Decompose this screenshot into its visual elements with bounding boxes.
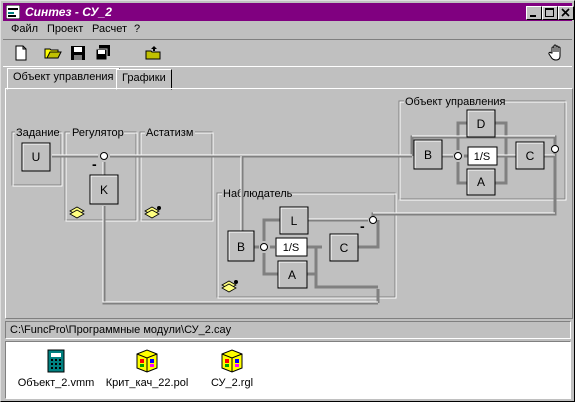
rgl-file-icon [221, 349, 243, 373]
astatism-sheet-icon[interactable] [144, 206, 161, 219]
observer-minus-sign: - [360, 218, 365, 234]
plant-block-integrator-label: 1/S [474, 151, 491, 163]
diagram-panel: Задание Регулятор Астатизм Наблюдатель О… [5, 88, 573, 319]
observer-block-c-label: C [340, 241, 349, 255]
file-name: Крит_кач_22.pol [105, 377, 189, 389]
path-bar: C:\FuncPro\Программные модули\СУ_2.cay [5, 321, 571, 339]
block-u-label: U [32, 150, 41, 164]
observer-block-integrator-label: 1/S [283, 242, 300, 254]
menu-help[interactable]: ? [134, 23, 140, 35]
observer-block-c[interactable]: C [329, 233, 359, 262]
minimize-button[interactable] [526, 6, 542, 20]
plant-block-b[interactable]: B [413, 139, 443, 170]
app-icon [6, 5, 20, 19]
group-title-observer: Наблюдатель [223, 188, 293, 200]
new-file-icon[interactable] [12, 44, 30, 62]
observer-block-l[interactable]: L [279, 206, 309, 235]
observer-block-l-label: L [291, 214, 298, 228]
file-item-rgl[interactable]: СУ_2.rgl [202, 348, 262, 389]
menu-bar: Файл Проект Расчет ? [3, 22, 572, 38]
main-window: Синтез - СУ_2 Файл Проект Расчет ? Объек… [0, 0, 575, 402]
file-item-vmm[interactable]: Объект_2.vmm [16, 348, 96, 389]
toolbar [3, 39, 572, 67]
tab-plant[interactable]: Объект управления [7, 68, 120, 90]
observer-sheet-icon[interactable] [221, 280, 238, 293]
observer-block-a[interactable]: A [277, 260, 308, 289]
plant-block-d[interactable]: D [466, 109, 496, 138]
menu-project[interactable]: Проект [47, 23, 83, 35]
group-title-plant: Объект управления [405, 96, 506, 108]
folder-up-icon[interactable] [144, 44, 162, 62]
save-all-icon[interactable] [94, 44, 112, 62]
save-icon[interactable] [69, 44, 87, 62]
regulator-minus-sign: - [92, 156, 97, 172]
maximize-icon [545, 8, 554, 17]
pol-file-icon [136, 349, 158, 373]
close-icon [561, 8, 570, 17]
plant-block-a[interactable]: A [466, 168, 496, 196]
plant-block-d-label: D [477, 117, 486, 131]
close-button[interactable] [558, 6, 574, 20]
group-title-regulator: Регулятор [72, 127, 124, 139]
observer-block-b-label: B [237, 240, 245, 254]
vmm-file-icon [47, 349, 65, 373]
plant-block-c[interactable]: C [515, 141, 545, 170]
block-k[interactable]: K [89, 174, 119, 205]
title-bar: Синтез - СУ_2 [3, 3, 574, 21]
window-title: Синтез - СУ_2 [25, 5, 112, 19]
observer-block-b[interactable]: B [227, 230, 255, 262]
file-name: Объект_2.vmm [17, 377, 95, 389]
block-u[interactable]: U [21, 142, 51, 172]
regulator-sheet-icon[interactable] [69, 206, 85, 219]
observer-block-integrator[interactable]: 1/S [275, 237, 308, 257]
file-item-pol[interactable]: Крит_кач_22.pol [102, 348, 192, 389]
block-k-label: K [100, 183, 108, 197]
plant-block-c-label: C [526, 149, 535, 163]
tab-graphs[interactable]: Графики [116, 69, 172, 90]
hand-pointer-icon[interactable] [547, 44, 565, 62]
plant-block-a-label: A [477, 175, 485, 189]
file-name: СУ_2.rgl [210, 377, 254, 389]
menu-file[interactable]: Файл [11, 23, 38, 35]
observer-block-a-label: A [288, 268, 296, 282]
file-list: Объект_2.vmm Крит_кач_22.pol СУ_2.rgl [5, 341, 571, 399]
group-title-task: Задание [16, 127, 60, 139]
minimize-icon [530, 15, 536, 17]
plant-block-b-label: B [424, 148, 432, 162]
plant-block-integrator[interactable]: 1/S [467, 146, 498, 166]
block-diagram: Задание Регулятор Астатизм Наблюдатель О… [11, 96, 567, 305]
project-path: C:\FuncPro\Программные модули\СУ_2.cay [10, 324, 232, 336]
menu-calc[interactable]: Расчет [92, 23, 127, 35]
open-folder-icon[interactable] [44, 44, 62, 62]
group-title-astatism: Астатизм [146, 127, 193, 139]
tab-graphs-label: Графики [122, 72, 166, 84]
maximize-button[interactable] [542, 6, 558, 20]
tab-plant-label: Объект управления [13, 71, 114, 83]
